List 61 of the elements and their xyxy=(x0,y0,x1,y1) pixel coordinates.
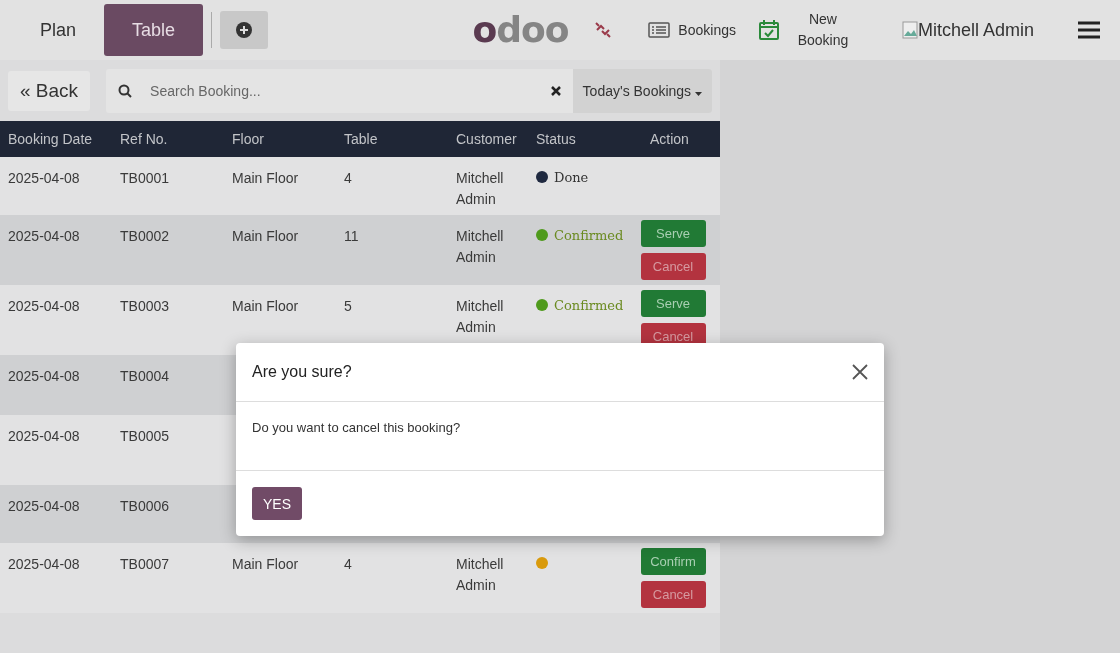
table-cell-text: 2025-04-08 xyxy=(7,227,81,246)
table-cell-text: 2025-04-08 xyxy=(7,367,81,386)
column-header: Table xyxy=(343,131,379,147)
calendar-check-icon xyxy=(757,19,780,41)
yes-button[interactable]: YES xyxy=(252,487,302,520)
logo: odoo xyxy=(472,12,569,48)
column-header: Floor xyxy=(231,131,265,147)
table-cell: Mitchell Admin xyxy=(456,228,504,265)
nav-link[interactable]: New Booking xyxy=(757,9,858,51)
table-cell: 4 xyxy=(344,170,352,186)
table-cell: Mitchell Admin xyxy=(456,170,504,207)
user-menu[interactable]: Mitchell Admin xyxy=(901,19,1034,41)
column-header: Booking Date xyxy=(7,131,94,147)
table-cell-text: 2025-04-08 xyxy=(7,497,81,516)
column-header: Customer xyxy=(455,131,518,147)
table-cell: Main Floor xyxy=(232,170,299,186)
table-cell: Main Floor xyxy=(232,228,299,244)
column-header: Status xyxy=(535,131,577,147)
table-cell: 11 xyxy=(344,228,359,244)
table-cell: Mitchell Admin xyxy=(456,298,504,335)
table-cell-text: TB0003 xyxy=(119,297,171,316)
status-label: Confirmed xyxy=(554,297,624,313)
status-label: Confirmed xyxy=(554,227,624,243)
plus-circle-icon xyxy=(236,22,253,38)
list-icon xyxy=(648,22,671,38)
nav-link[interactable]: Bookings xyxy=(648,19,736,41)
clear-icon[interactable] xyxy=(550,86,561,96)
dialog-message: Do you want to cancel this booking? xyxy=(252,420,461,435)
search-field[interactable]: Search Booking... Today's Bookings xyxy=(106,69,712,113)
nav-link-label: New Booking xyxy=(796,10,850,50)
table-cell: Main Floor xyxy=(232,556,299,572)
table-cell-text: 2025-04-08 xyxy=(7,555,81,574)
column-header: Action xyxy=(649,131,690,147)
caret-icon xyxy=(695,92,702,96)
search-icon xyxy=(118,84,133,98)
nav-tab[interactable]: Plan xyxy=(12,4,105,56)
table-cell-text: 2025-04-08 xyxy=(7,169,81,188)
column-header: Ref No. xyxy=(119,131,169,147)
back-button[interactable]: « Back xyxy=(8,71,91,111)
dialog-title: Are you sure? xyxy=(252,363,352,381)
table-cell-text: TB0006 xyxy=(119,497,171,516)
status-label: Done xyxy=(554,169,589,185)
table-cell-text: TB0005 xyxy=(119,427,171,446)
add-button[interactable] xyxy=(220,11,269,49)
menu-icon[interactable] xyxy=(1078,21,1100,39)
table-cell-text: TB0007 xyxy=(119,555,171,574)
nav-link-label: Bookings xyxy=(678,20,736,40)
broken-image-icon xyxy=(901,21,918,39)
table-cell-text: 2025-04-08 xyxy=(7,427,81,446)
filter-dropdown[interactable]: Today's Bookings xyxy=(572,69,712,113)
table-cell: Main Floor xyxy=(232,298,299,314)
table-cell: 4 xyxy=(344,556,352,572)
table-cell-text: TB0004 xyxy=(119,367,171,386)
table-cell-text: TB0001 xyxy=(119,169,171,188)
table-cell-text: 2025-04-08 xyxy=(7,297,81,316)
table-cell: Mitchell Admin xyxy=(456,556,504,593)
table-cell-text: TB0002 xyxy=(119,227,171,246)
nav-tab[interactable]: Table xyxy=(104,4,204,56)
table-cell: 5 xyxy=(344,298,352,314)
close-icon[interactable] xyxy=(852,364,868,380)
broken-link-icon xyxy=(594,21,613,39)
